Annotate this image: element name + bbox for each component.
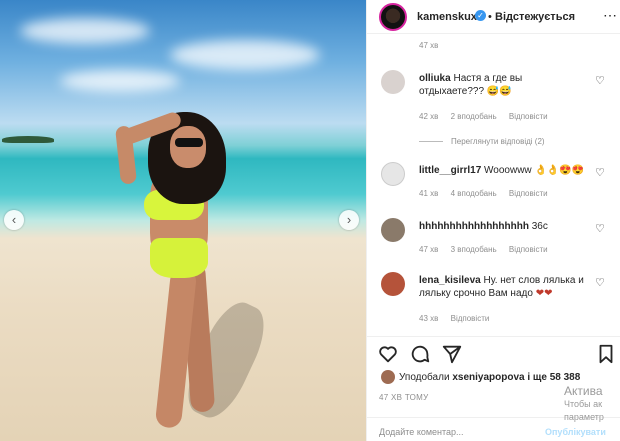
commenter-avatar[interactable] [381,272,405,296]
like-comment-heart-icon[interactable]: ♡ [595,224,606,235]
reply-button[interactable]: Відповісти [509,112,548,121]
watermark-line: Чтобы ак [564,399,603,409]
cloud-shape [170,40,320,70]
sunglasses [175,138,203,147]
comments-list[interactable]: 47 хв olliuka Настя а где вы отдыхаете??… [367,34,620,336]
reply-button[interactable]: Відповісти [451,314,490,323]
watermark-line: Актива [564,384,603,398]
more-options-icon[interactable]: ⋯ [603,7,617,24]
likes-prefix: Уподобали [399,372,450,383]
commenter-username[interactable]: little__girrl17 [419,165,481,176]
save-bookmark-icon[interactable] [595,343,617,365]
comment-time: 43 хв [419,314,439,323]
likes-count[interactable]: і ще 58 388 [527,372,580,383]
commenter-username[interactable]: olliuka [419,73,451,84]
figure-face [170,126,206,168]
reply-button[interactable]: Відповісти [509,189,548,198]
comment-emoji: ❤❤ [535,288,553,299]
prev-photo-button[interactable]: ‹ [4,210,24,230]
post-actions-bar [367,336,620,368]
comment-text: olliuka Настя а где вы отдыхаете??? 😅😅 [419,72,589,98]
comment-emoji: 👌👌😍😍 [534,165,585,176]
likes-text: Уподобали xseniyapopova і ще 58 388 [399,372,580,383]
like-comment-heart-icon[interactable]: ♡ [595,76,606,87]
comment-text: little__girrl17 Wooowww 👌👌😍😍 [419,164,589,177]
replies-divider [419,141,443,143]
like-comment-heart-icon[interactable]: ♡ [595,168,606,179]
comment-meta: 43 хв Відповісти [419,314,499,323]
reply-button[interactable]: Відповісти [509,245,548,254]
comment-text: hhhhhhhhhhhhhhhhhh 36с [419,220,589,233]
commenter-username[interactable]: hhhhhhhhhhhhhhhhhh [419,221,529,232]
comment-time: 41 хв [419,189,439,198]
comment-meta: 42 хв 2 вподобань Відповісти [419,112,558,121]
comment-likes[interactable]: 3 вподобань [451,245,497,254]
verified-badge-icon: ✓ [475,10,486,21]
comment-input[interactable]: Додайте коментар... [379,427,464,437]
activation-watermark: Актива Чтобы ак параметр [564,385,604,424]
cloud-shape [20,18,150,44]
author-username[interactable]: kamenskux [417,11,477,23]
post-header: kamenskux ✓ • Відстежується ⋯ [367,0,620,34]
separator-dot: • [488,11,492,23]
comment-likes[interactable]: 4 вподобань [451,189,497,198]
next-photo-button[interactable]: › [339,210,359,230]
author-avatar[interactable] [379,3,407,31]
bikini-bottom [150,238,208,278]
commenter-username[interactable]: lena_kisileva [419,275,481,286]
comment-likes[interactable]: 2 вподобань [451,112,497,121]
share-icon[interactable] [441,343,463,365]
caption-time: 47 хв [419,41,439,50]
cloud-shape [60,70,180,92]
commenter-avatar[interactable] [381,162,405,186]
watermark-line: параметр [564,412,604,422]
comment-body: Wooowww [484,165,532,176]
like-comment-heart-icon[interactable]: ♡ [595,278,606,289]
comment-text: lena_kisileva Ну. нет слов лялька и ляль… [419,274,589,300]
comment-time: 47 хв [419,245,439,254]
comment-meta: 41 хв 4 вподобань Відповісти [419,189,558,198]
comment-meta: 47 хв 3 вподобань Відповісти [419,245,558,254]
comment-emoji: 😅😅 [486,86,512,97]
commenter-avatar[interactable] [381,70,405,94]
view-replies-button[interactable]: Переглянути відповіді (2) [419,137,545,146]
like-heart-icon[interactable] [377,343,399,365]
liker-avatar [381,370,395,384]
comment-body: 36с [531,221,548,232]
view-replies-label: Переглянути відповіді (2) [451,137,545,146]
post-date: 47 ХВ ТОМУ [379,393,429,402]
post-photo[interactable]: ‹ › [0,0,366,441]
post-side-panel: kamenskux ✓ • Відстежується ⋯ 47 хв olli… [366,0,620,441]
publish-button[interactable]: Опублікувати [545,427,606,437]
comment-time: 42 хв [419,112,439,121]
comment-icon[interactable] [409,343,431,365]
island-shape [2,136,54,143]
instagram-post-view: ‹ › kamenskux ✓ • Відстежується ⋯ 47 хв … [0,0,620,441]
commenter-avatar[interactable] [381,218,405,242]
liker-username[interactable]: xseniyapopova [452,372,524,383]
following-button[interactable]: Відстежується [495,11,575,23]
